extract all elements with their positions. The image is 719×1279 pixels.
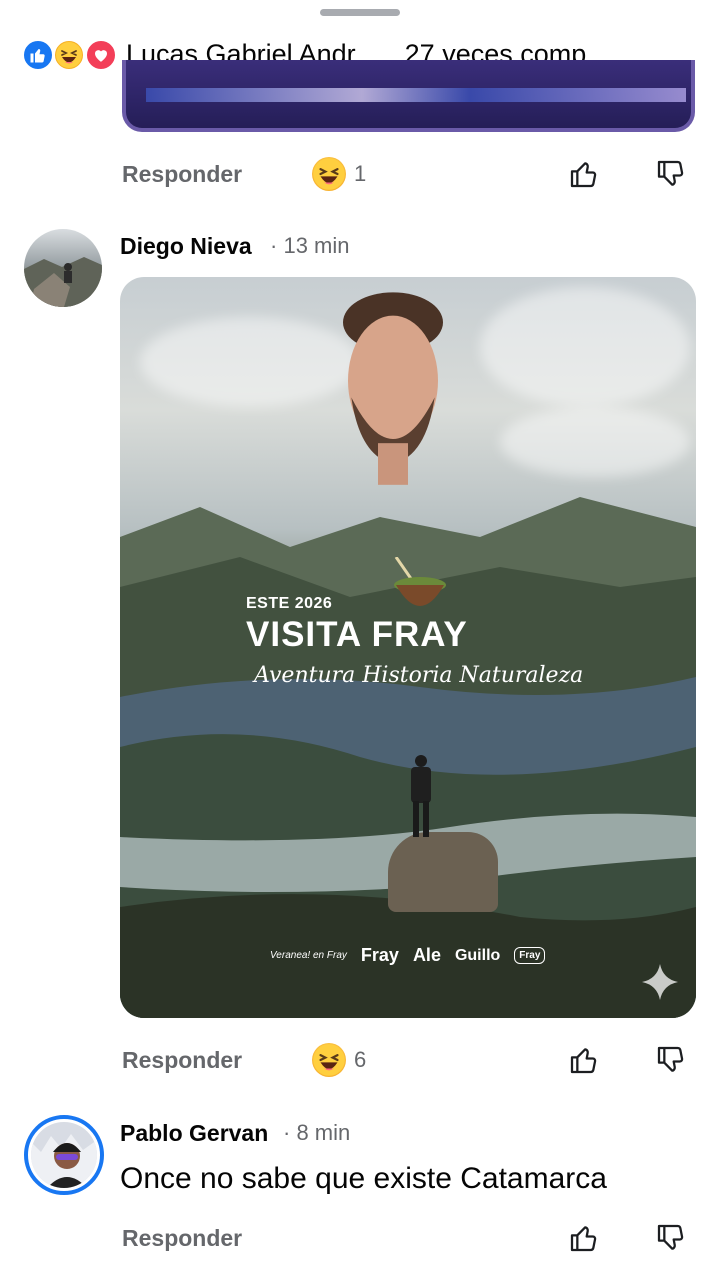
commenter-name[interactable]: Pablo Gervan xyxy=(120,1120,268,1147)
love-icon xyxy=(85,39,117,71)
previous-comment-image[interactable] xyxy=(122,60,695,132)
upvote-icon[interactable] xyxy=(566,1220,602,1256)
like-icon xyxy=(22,39,54,71)
avatar[interactable] xyxy=(24,1115,104,1195)
downvote-icon[interactable] xyxy=(653,156,689,192)
haha-icon xyxy=(312,1043,346,1077)
image-text-title: VISITA FRAY xyxy=(246,615,468,654)
commenter-name[interactable]: Diego Nieva xyxy=(120,233,252,260)
reaction-summary[interactable]: 1 xyxy=(312,157,366,191)
logo-ale: Ale xyxy=(412,945,441,965)
reply-button[interactable]: Responder xyxy=(122,1047,312,1074)
upvote-icon[interactable] xyxy=(566,1042,602,1078)
comment-text: Once no sabe que existe Catamarca xyxy=(120,1162,607,1195)
logo-fray-badge: Fray xyxy=(514,947,546,964)
comments-sheet: Lucas Gabriel Andr... 27 veces comp... R… xyxy=(0,0,719,1279)
downvote-icon[interactable] xyxy=(653,1042,689,1078)
avatar[interactable] xyxy=(24,229,102,307)
reaction-count: 6 xyxy=(354,1047,367,1072)
hiker-figure xyxy=(411,755,431,837)
time-value: 13 min xyxy=(283,233,350,258)
reaction-count: 1 xyxy=(354,161,367,186)
image-text-year: ESTE 2026 xyxy=(246,595,333,612)
haha-icon xyxy=(312,157,346,191)
previous-comment-actions: Responder 1 xyxy=(122,154,692,194)
time-value: 8 min xyxy=(296,1120,351,1145)
reply-button[interactable]: Responder xyxy=(122,1225,312,1252)
reply-button[interactable]: Responder xyxy=(122,161,312,188)
downvote-icon[interactable] xyxy=(653,1220,689,1256)
sponsor-logos: Veranea! en Fray Fray Ale Guillo Fray xyxy=(270,945,546,966)
haha-icon xyxy=(53,39,85,71)
sheet-drag-handle[interactable] xyxy=(320,9,400,16)
mate-cup xyxy=(394,557,446,606)
comment-time: · 8 min xyxy=(283,1120,351,1145)
logo-veranea: Veranea! en Fray xyxy=(270,950,347,961)
comment-time: · 13 min xyxy=(270,233,350,258)
upvote-icon[interactable] xyxy=(566,156,602,192)
reaction-icons xyxy=(22,36,122,72)
sparkle-icon xyxy=(642,964,678,1000)
reaction-summary[interactable]: 6 xyxy=(312,1043,366,1077)
logo-guillo: Guillo xyxy=(454,946,501,964)
pablo-comment-actions: Responder xyxy=(122,1218,692,1258)
logo-fray: Fray xyxy=(360,945,399,965)
comment-image[interactable]: ESTE 2026 VISITA FRAY Aventura Historia … xyxy=(120,277,696,1018)
diego-comment-actions: Responder 6 xyxy=(122,1040,692,1080)
image-text-subtitle: Aventura Historia Naturaleza xyxy=(254,663,584,688)
